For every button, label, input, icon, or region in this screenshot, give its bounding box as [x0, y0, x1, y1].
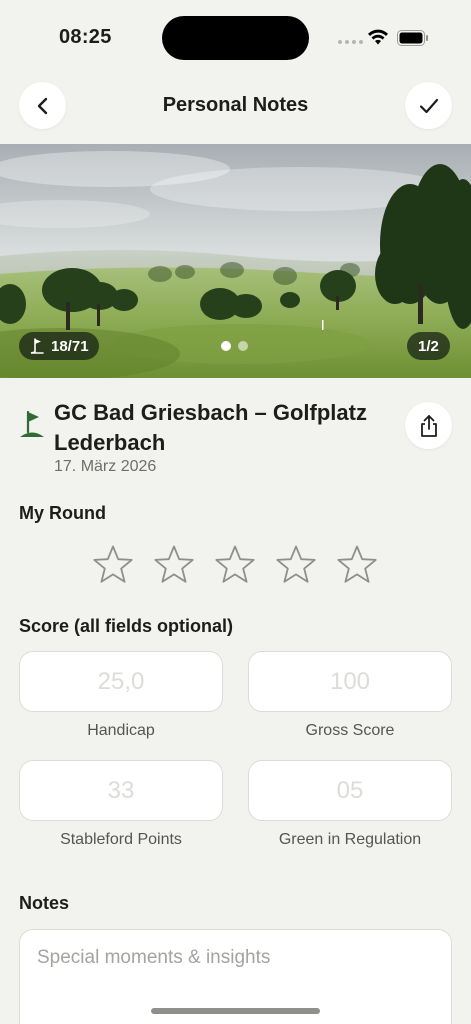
- stableford-points-input[interactable]: [20, 776, 222, 805]
- stableford-points-field[interactable]: [19, 760, 223, 821]
- page-dot-active[interactable]: [221, 341, 231, 351]
- share-icon: [420, 414, 437, 437]
- score-heading: Score (all fields optional): [19, 616, 234, 636]
- green-in-regulation-field[interactable]: [248, 760, 452, 821]
- star-3-icon[interactable]: [214, 544, 256, 586]
- gross-score-field[interactable]: [248, 651, 452, 712]
- gross-score-input[interactable]: [249, 667, 451, 696]
- dynamic-island: [162, 16, 309, 60]
- notes-heading: Notes: [19, 893, 70, 913]
- page-dot[interactable]: [238, 341, 248, 351]
- golf-flag-icon: [20, 410, 44, 437]
- status-time: 08:25: [59, 26, 112, 48]
- share-button[interactable]: [405, 402, 452, 449]
- star-2-icon[interactable]: [153, 544, 195, 586]
- star-5-icon[interactable]: [336, 544, 378, 586]
- handicap-input[interactable]: [20, 667, 222, 696]
- home-indicator[interactable]: [151, 1008, 320, 1014]
- wifi-icon: [368, 29, 388, 45]
- course-name: GC Bad Griesbach – Golfplatz Lederbach: [54, 400, 367, 455]
- carousel-page-indicator[interactable]: [221, 341, 248, 351]
- star-4-icon[interactable]: [275, 544, 317, 586]
- handicap-label: Handicap: [87, 722, 155, 739]
- holes-label: 18/71: [51, 337, 89, 355]
- handicap-field[interactable]: [19, 651, 223, 712]
- golfer-icon: [30, 338, 44, 354]
- image-counter-badge: 1/2: [407, 332, 450, 360]
- green-in-regulation-input[interactable]: [249, 776, 451, 805]
- holes-badge: 18/71: [19, 332, 99, 360]
- star-1-icon[interactable]: [92, 544, 134, 586]
- personal-notes-screen: 08:25 Personal Notes 18/71 1/2 GC Bad Gr…: [0, 0, 471, 1024]
- checkmark-icon: [419, 98, 438, 113]
- battery-icon: [397, 30, 428, 46]
- green-in-regulation-label: Green in Regulation: [278, 831, 422, 848]
- page-title: Personal Notes: [162, 94, 309, 116]
- my-round-heading: My Round: [19, 503, 106, 523]
- cellular-signal-icon: [338, 40, 363, 44]
- round-rating[interactable]: [92, 544, 378, 586]
- stableford-points-label: Stableford Points: [60, 831, 182, 848]
- round-date: 17. März 2026: [54, 458, 157, 475]
- done-button[interactable]: [405, 82, 452, 129]
- gross-score-label: Gross Score: [305, 722, 395, 739]
